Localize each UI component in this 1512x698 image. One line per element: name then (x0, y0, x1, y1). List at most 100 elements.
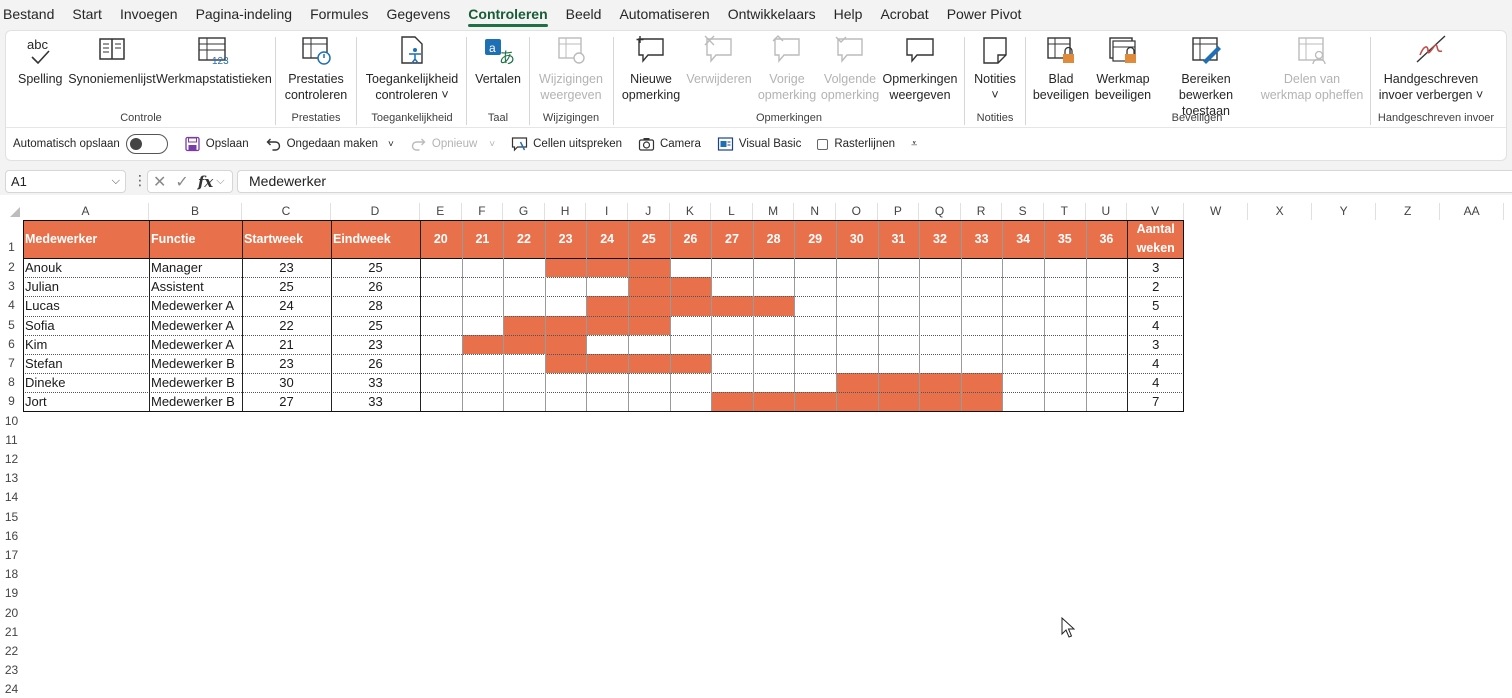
row-header-8[interactable]: 8 (0, 373, 23, 392)
row-header-16[interactable]: 16 (0, 527, 23, 546)
menu-tab-formules[interactable]: Formules (301, 0, 377, 28)
more-options-icon[interactable]: ⋮ (133, 172, 147, 189)
row-header-21[interactable]: 21 (0, 623, 23, 642)
chevron-down-icon[interactable]: ⌵ (112, 171, 120, 192)
column-header-D[interactable]: D (331, 203, 420, 220)
protect-workbook-button[interactable]: Werkmap beveiligen (1092, 33, 1154, 103)
allow-edit-ranges-button[interactable]: Bereiken bewerken toestaan (1154, 33, 1258, 119)
column-header-A[interactable]: A (23, 203, 149, 220)
row-header-23[interactable]: 23 (0, 661, 23, 680)
menu-tab-ontwikkelaars[interactable]: Ontwikkelaars (719, 0, 825, 28)
row-header-6[interactable]: 6 (0, 335, 23, 354)
row-header-4[interactable]: 4 (0, 296, 23, 315)
column-header-Y[interactable]: Y (1312, 203, 1377, 220)
column-header-Z[interactable]: Z (1376, 203, 1441, 220)
row-header-11[interactable]: 11 (0, 431, 23, 450)
column-header-M[interactable]: M (753, 203, 795, 220)
chevron-down-icon[interactable]: ˅ (489, 139, 495, 150)
row-header-7[interactable]: 7 (0, 354, 23, 373)
menu-tab-start[interactable]: Start (63, 0, 111, 28)
insert-function-icon[interactable]: fx (198, 173, 213, 191)
show-comments-button[interactable]: Opmerkingen weergeven (880, 33, 960, 103)
next-comment-button[interactable]: Volgende opmerking (818, 33, 882, 103)
row-header-24[interactable]: 24 (0, 680, 23, 698)
select-all-corner[interactable] (0, 195, 23, 220)
protect-sheet-button[interactable]: Blad beveiligen (1030, 33, 1092, 103)
row-header-20[interactable]: 20 (0, 604, 23, 623)
check-performance-button[interactable]: Prestaties controleren (281, 33, 351, 103)
row-header-2[interactable]: 2 (0, 258, 23, 277)
column-header-I[interactable]: I (586, 203, 628, 220)
row-header-18[interactable]: 18 (0, 565, 23, 584)
column-header-U[interactable]: U (1086, 203, 1128, 220)
workbook-statistics-button[interactable]: 123 Werkmapstatistieken (156, 33, 272, 87)
menu-tab-beeld[interactable]: Beeld (557, 0, 611, 28)
column-header-X[interactable]: X (1248, 203, 1313, 220)
gridlines-checkbox[interactable]: Rasterlijnen (817, 138, 895, 150)
row-header-12[interactable]: 12 (0, 450, 23, 469)
menu-tab-pagina-indeling[interactable]: Pagina-indeling (187, 0, 302, 28)
menu-tab-automatiseren[interactable]: Automatiseren (610, 0, 718, 28)
row-header-1[interactable]: 1 (0, 220, 23, 258)
camera-button[interactable]: Camera (638, 136, 701, 152)
name-box[interactable]: A1 ⌵ (5, 170, 126, 193)
translate-button[interactable]: aあ Vertalen (472, 33, 524, 87)
new-comment-button[interactable]: Nieuwe opmerking (618, 33, 684, 103)
row-header-10[interactable]: 10 (0, 412, 23, 431)
menu-tab-help[interactable]: Help (825, 0, 872, 28)
row-header-13[interactable]: 13 (0, 469, 23, 488)
column-header-F[interactable]: F (462, 203, 504, 220)
show-changes-button[interactable]: Wijzigingen weergeven (534, 33, 608, 103)
column-header-G[interactable]: G (503, 203, 545, 220)
column-header-P[interactable]: P (878, 203, 920, 220)
column-header-Q[interactable]: Q (919, 203, 961, 220)
autosave-toggle[interactable] (125, 134, 168, 154)
column-header-T[interactable]: T (1044, 203, 1086, 220)
menu-tab-gegevens[interactable]: Gegevens (377, 0, 459, 28)
column-header-L[interactable]: L (711, 203, 753, 220)
column-header-AA[interactable]: AA (1440, 203, 1505, 220)
row-header-5[interactable]: 5 (0, 316, 23, 335)
column-header-B[interactable]: B (149, 203, 242, 220)
delete-comment-button[interactable]: Verwijderen (684, 33, 754, 87)
formula-input[interactable]: Medewerker (237, 170, 1512, 193)
menu-tab-acrobat[interactable]: Acrobat (871, 0, 937, 28)
row-header-22[interactable]: 22 (0, 642, 23, 661)
menu-tab-power-pivot[interactable]: Power Pivot (938, 0, 1031, 28)
row-header-14[interactable]: 14 (0, 488, 23, 507)
column-header-W[interactable]: W (1184, 203, 1249, 220)
column-header-C[interactable]: C (242, 203, 331, 220)
column-header-O[interactable]: O (836, 203, 878, 220)
undo-button[interactable]: Ongedaan maken ˅ (265, 136, 394, 152)
cancel-icon[interactable]: ✕ (153, 172, 166, 192)
hide-ink-button[interactable]: Handgeschreven invoer verbergen ˅ (1374, 33, 1488, 103)
spelling-button[interactable]: abc Spelling (18, 33, 62, 87)
visual-basic-button[interactable]: Visual Basic (717, 136, 801, 152)
column-header-V[interactable]: V (1127, 203, 1185, 220)
speak-cells-button[interactable]: Cellen uitspreken (511, 136, 622, 152)
row-header-3[interactable]: 3 (0, 277, 23, 296)
redo-button[interactable]: Opnieuw ˅ (410, 136, 495, 152)
unshare-workbook-button[interactable]: Delen van werkmap opheffen (1260, 33, 1364, 103)
column-header-K[interactable]: K (670, 203, 712, 220)
column-header-E[interactable]: E (420, 203, 462, 220)
row-header-15[interactable]: 15 (0, 508, 23, 527)
row-header-9[interactable]: 9 (0, 392, 23, 411)
check-accessibility-button[interactable]: Toegankelijkheid controleren ˅ (362, 33, 462, 103)
column-header-S[interactable]: S (1002, 203, 1044, 220)
menu-tab-controleren[interactable]: Controleren (459, 0, 556, 28)
column-header-H[interactable]: H (545, 203, 587, 220)
row-header-17[interactable]: 17 (0, 546, 23, 565)
column-header-R[interactable]: R (961, 203, 1003, 220)
chevron-down-icon[interactable]: ˅ (388, 139, 394, 150)
enter-icon[interactable]: ✓ (175, 172, 188, 192)
column-header-J[interactable]: J (628, 203, 670, 220)
previous-comment-button[interactable]: Vorige opmerking (756, 33, 818, 103)
save-button[interactable]: Opslaan (184, 136, 249, 152)
row-header-19[interactable]: 19 (0, 584, 23, 603)
synonym-button[interactable]: Synoniemenlijst (68, 33, 156, 87)
notes-button[interactable]: Notities ˅ (969, 33, 1021, 103)
chevron-down-icon[interactable]: ⌵ (216, 175, 224, 188)
column-header-N[interactable]: N (794, 203, 836, 220)
menu-tab-invoegen[interactable]: Invoegen (111, 0, 187, 28)
